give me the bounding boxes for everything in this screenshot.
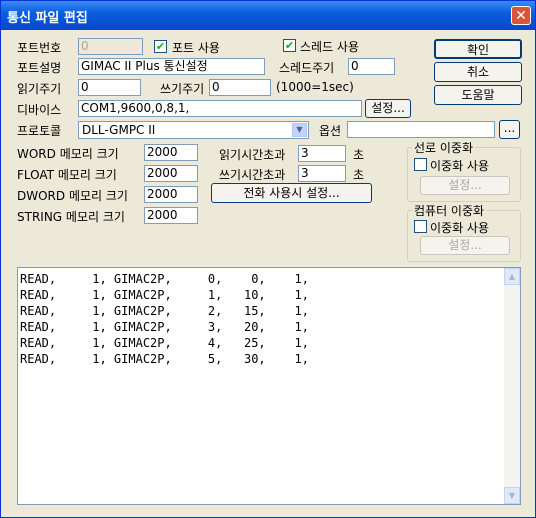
option-label: 옵션: [319, 124, 342, 138]
word-memory-label: WORD 메모리 크기: [17, 147, 119, 161]
use-port-label: 포트 사용: [172, 41, 220, 55]
computer-redundancy-use-label: 이중화 사용: [430, 221, 490, 235]
string-memory-input[interactable]: 2000: [144, 207, 198, 224]
read-timeout-input[interactable]: 3: [298, 145, 346, 162]
line-redundancy-checkbox[interactable]: [414, 158, 427, 171]
help-button[interactable]: 도움말: [434, 85, 522, 105]
computer-redundancy-title: 컴퓨터 이중화: [412, 202, 487, 219]
thread-period-input[interactable]: 0: [348, 58, 395, 75]
device-input[interactable]: COM1,9600,0,8,1,: [78, 100, 362, 117]
thread-period-label: 스레드주기: [279, 61, 335, 75]
dword-memory-label: DWORD 메모리 크기: [17, 189, 128, 203]
vertical-scrollbar[interactable]: ▲ ▼: [504, 268, 520, 504]
port-number-input[interactable]: 0: [78, 38, 143, 55]
protocol-selected-value: DLL-GMPC II: [82, 123, 156, 137]
command-list[interactable]: READ, 1, GIMAC2P, 0, 0, 1, READ, 1, GIMA…: [17, 267, 521, 505]
period-unit-label: (1000=1sec): [276, 80, 354, 94]
scroll-down-icon[interactable]: ▼: [504, 487, 520, 504]
float-memory-input[interactable]: 2000: [144, 165, 198, 182]
device-label: 디바이스: [17, 103, 62, 117]
write-period-input[interactable]: 0: [209, 79, 271, 96]
option-input[interactable]: [347, 121, 495, 138]
line-redundancy-settings-button[interactable]: 설정...: [420, 176, 510, 195]
float-memory-label: FLOAT 메모리 크기: [17, 168, 117, 182]
list-item[interactable]: READ, 1, GIMAC2P, 1, 10, 1,: [20, 287, 309, 303]
port-desc-label: 포트설명: [17, 61, 62, 75]
write-timeout-unit: 초: [353, 168, 365, 182]
read-period-label: 읽기주기: [17, 82, 62, 96]
use-thread-checkbox[interactable]: ✔: [283, 39, 296, 52]
list-item[interactable]: READ, 1, GIMAC2P, 2, 15, 1,: [20, 303, 309, 319]
computer-redundancy-checkbox[interactable]: [414, 220, 427, 233]
cancel-button[interactable]: 취소: [434, 62, 522, 82]
computer-redundancy-settings-button[interactable]: 설정...: [420, 236, 510, 255]
list-item[interactable]: READ, 1, GIMAC2P, 3, 20, 1,: [20, 319, 309, 335]
line-redundancy-use-label: 이중화 사용: [430, 159, 490, 173]
protocol-label: 프로토콜: [17, 124, 62, 138]
use-thread-label: 스레드 사용: [300, 40, 360, 54]
title-bar[interactable]: 통신 파일 편집 ✕: [1, 1, 535, 30]
device-settings-button[interactable]: 설정...: [365, 99, 411, 118]
write-period-label: 쓰기주기: [160, 82, 205, 96]
read-timeout-label: 읽기시간초과: [219, 148, 286, 162]
string-memory-label: STRING 메모리 크기: [17, 210, 125, 224]
word-memory-input[interactable]: 2000: [144, 144, 198, 161]
line-redundancy-title: 선로 이중화: [412, 139, 476, 156]
read-period-input[interactable]: 0: [78, 79, 141, 96]
port-number-label: 포트번호: [17, 41, 62, 55]
chevron-down-icon[interactable]: ▼: [292, 123, 307, 137]
list-item[interactable]: READ, 1, GIMAC2P, 5, 30, 1,: [20, 351, 309, 367]
scroll-up-icon[interactable]: ▲: [504, 268, 520, 285]
protocol-select[interactable]: DLL-GMPC II ▼: [78, 121, 309, 139]
option-browse-button[interactable]: ...: [499, 120, 520, 139]
dword-memory-input[interactable]: 2000: [144, 186, 198, 203]
dialog-window: 통신 파일 편집 ✕ 포트번호 0 ✔ 포트 사용 ✔ 스레드 사용 포트설명 …: [0, 0, 536, 518]
write-timeout-input[interactable]: 3: [298, 165, 346, 182]
list-item[interactable]: READ, 1, GIMAC2P, 4, 25, 1,: [20, 335, 309, 351]
list-item[interactable]: READ, 1, GIMAC2P, 0, 0, 1,: [20, 271, 309, 287]
port-desc-input[interactable]: GIMAC II Plus 통신설정: [78, 58, 265, 75]
window-title: 통신 파일 편집: [7, 11, 88, 26]
write-timeout-label: 쓰기시간초과: [219, 168, 286, 182]
use-port-checkbox[interactable]: ✔: [154, 40, 167, 53]
phone-settings-button[interactable]: 전화 사용시 설정...: [211, 183, 372, 203]
close-button[interactable]: ✕: [511, 6, 531, 25]
ok-button[interactable]: 확인: [434, 39, 522, 59]
read-timeout-unit: 초: [353, 148, 365, 162]
